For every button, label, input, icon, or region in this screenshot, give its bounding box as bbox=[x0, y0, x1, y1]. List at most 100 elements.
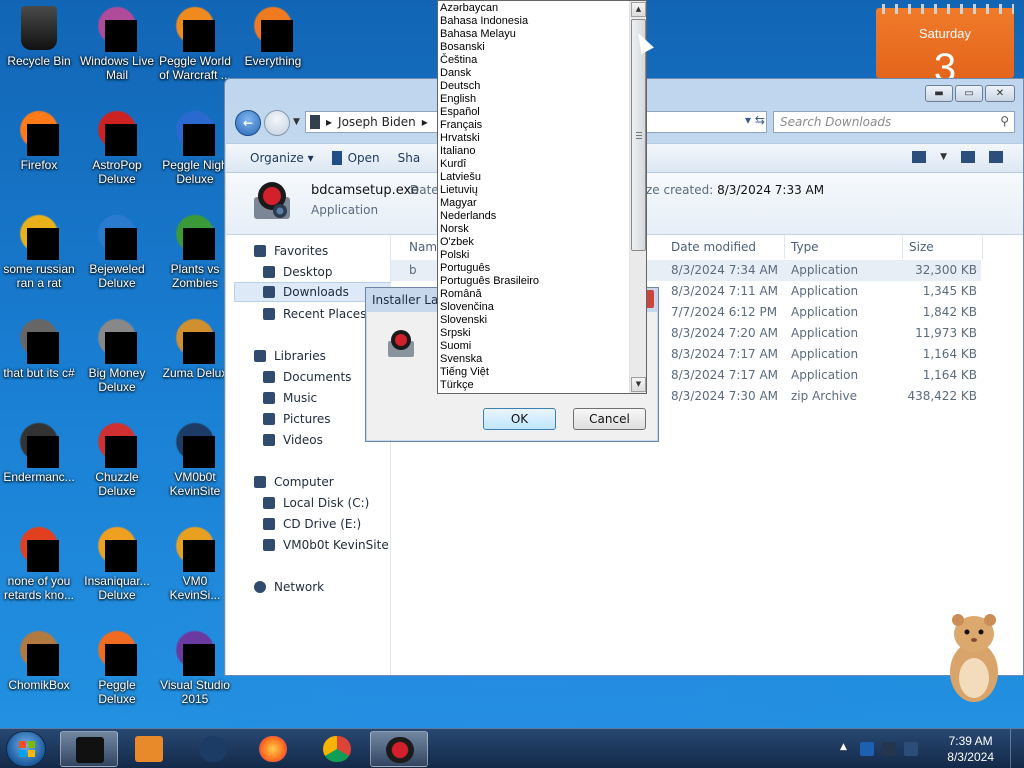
start-button[interactable] bbox=[6, 731, 46, 767]
language-option[interactable]: Deutsch bbox=[438, 80, 630, 93]
search-input[interactable]: Search Downloads ⚲ bbox=[773, 111, 1015, 133]
desktop-shortcut[interactable]: Everything bbox=[234, 6, 312, 68]
desktop-shortcut[interactable]: Chuzzle Deluxe bbox=[78, 422, 156, 498]
desktop-shortcut[interactable]: Windows Live Mail bbox=[78, 6, 156, 82]
forward-button[interactable] bbox=[264, 110, 290, 136]
column-date-modified[interactable]: Date modified bbox=[665, 235, 785, 259]
show-hidden-icons-button[interactable]: ▲ bbox=[840, 742, 847, 752]
share-button[interactable]: Sha bbox=[398, 151, 421, 165]
language-option[interactable]: Română bbox=[438, 288, 630, 301]
language-option[interactable]: Tiếng Việt bbox=[438, 366, 630, 379]
language-option[interactable]: Bahasa Indonesia bbox=[438, 15, 630, 28]
taskbar-app-globe[interactable] bbox=[184, 731, 242, 767]
network-tray-icon[interactable] bbox=[882, 742, 896, 756]
language-option[interactable]: Čeština bbox=[438, 54, 630, 67]
nav-vm-share[interactable]: VM0b0t KevinSite bbox=[263, 535, 389, 555]
desktop-shortcut[interactable]: Firefox bbox=[0, 110, 78, 172]
dropdown-scrollbar[interactable]: ▲ ▼ bbox=[629, 1, 646, 393]
close-button[interactable]: ✕ bbox=[985, 85, 1015, 102]
nav-favorites[interactable]: Favorites bbox=[254, 241, 328, 261]
breadcrumb-arrow-icon[interactable]: ▸ bbox=[326, 115, 332, 129]
scroll-down-icon[interactable]: ▼ bbox=[631, 377, 646, 392]
language-option[interactable]: Norsk bbox=[438, 223, 630, 236]
language-option[interactable]: Nederlands bbox=[438, 210, 630, 223]
language-option[interactable]: Kurdî bbox=[438, 158, 630, 171]
chevron-down-icon[interactable]: ▼ bbox=[940, 152, 947, 162]
nav-computer[interactable]: Computer bbox=[254, 472, 334, 492]
language-option[interactable]: Slovenčina bbox=[438, 301, 630, 314]
nav-local-disk[interactable]: Local Disk (C:) bbox=[263, 493, 369, 513]
desktop-shortcut[interactable]: Insaniquar... Deluxe bbox=[78, 526, 156, 602]
language-option[interactable]: Italiano bbox=[438, 145, 630, 158]
preview-pane-icon[interactable] bbox=[961, 151, 975, 163]
desktop-shortcut[interactable]: Peggle Nigh Deluxe bbox=[156, 110, 234, 186]
language-option[interactable]: Español bbox=[438, 106, 630, 119]
language-option[interactable]: Dansk bbox=[438, 67, 630, 80]
language-option[interactable]: English bbox=[438, 93, 630, 106]
taskbar-media-player[interactable] bbox=[120, 731, 178, 767]
open-button[interactable]: Open bbox=[331, 151, 380, 166]
desktop-shortcut[interactable]: Visual Studio 2015 bbox=[156, 630, 234, 706]
language-option[interactable]: Slovenski bbox=[438, 314, 630, 327]
nav-pictures[interactable]: Pictures bbox=[263, 409, 331, 429]
desktop-shortcut[interactable]: Plants vs Zombies bbox=[156, 214, 234, 290]
language-option[interactable]: Português bbox=[438, 262, 630, 275]
show-desktop-button[interactable] bbox=[1010, 729, 1024, 768]
back-button[interactable]: ← bbox=[235, 110, 261, 136]
cancel-button[interactable]: Cancel bbox=[573, 408, 646, 430]
desktop-shortcut[interactable]: Endermanc... bbox=[0, 422, 78, 484]
desktop-shortcut[interactable]: Recycle Bin bbox=[0, 6, 78, 68]
desktop-shortcut[interactable]: Zuma Delux bbox=[156, 318, 234, 380]
refresh-icon[interactable]: ▾ ⇆ bbox=[745, 113, 765, 127]
taskbar-explorer[interactable] bbox=[60, 731, 118, 767]
clock[interactable]: 7:39 AM 8/3/2024 bbox=[947, 733, 994, 765]
desktop-shortcut[interactable]: VM0b0t KevinSite bbox=[156, 422, 234, 498]
desktop-shortcut[interactable]: AstroPop Deluxe bbox=[78, 110, 156, 186]
language-option[interactable]: O'zbek bbox=[438, 236, 630, 249]
nav-cd-drive[interactable]: CD Drive (E:) bbox=[263, 514, 361, 534]
column-size[interactable]: Size bbox=[903, 235, 983, 259]
ok-button[interactable]: OK bbox=[483, 408, 556, 430]
scroll-thumb[interactable] bbox=[631, 19, 646, 251]
language-option[interactable]: Lietuvių bbox=[438, 184, 630, 197]
nav-desktop[interactable]: Desktop bbox=[263, 262, 333, 282]
column-type[interactable]: Type bbox=[785, 235, 903, 259]
language-option[interactable]: Srpski bbox=[438, 327, 630, 340]
language-option[interactable]: Suomi bbox=[438, 340, 630, 353]
volume-icon[interactable] bbox=[904, 742, 918, 756]
language-option[interactable]: Hrvatski bbox=[438, 132, 630, 145]
language-option[interactable]: Bosanski bbox=[438, 41, 630, 54]
nav-music[interactable]: Music bbox=[263, 388, 317, 408]
breadcrumb-arrow-icon[interactable]: ▸ bbox=[422, 115, 428, 129]
organize-button[interactable]: Organize ▾ bbox=[250, 151, 314, 165]
language-option[interactable]: Svenska bbox=[438, 353, 630, 366]
calendar-gadget[interactable]: Saturday 3 bbox=[876, 4, 1014, 88]
recent-pages-dropdown[interactable]: ▼ bbox=[293, 117, 300, 127]
scroll-up-icon[interactable]: ▲ bbox=[631, 2, 646, 17]
help-icon[interactable] bbox=[989, 151, 1003, 163]
language-option[interactable]: Français bbox=[438, 119, 630, 132]
language-dropdown-list[interactable]: Azərbaycan Bahasa Indonesia Bahasa Melayu B… bbox=[437, 0, 647, 394]
taskbar-bandicam-installer[interactable] bbox=[370, 731, 428, 767]
nav-recent-places[interactable]: Recent Places bbox=[263, 304, 366, 324]
desktop-shortcut[interactable]: ChomikBox bbox=[0, 630, 78, 692]
language-option[interactable]: Azərbaycan bbox=[438, 2, 630, 15]
nav-libraries[interactable]: Libraries bbox=[254, 346, 326, 366]
nav-network[interactable]: Network bbox=[254, 577, 324, 597]
nav-videos[interactable]: Videos bbox=[263, 430, 323, 450]
change-view-icon[interactable] bbox=[912, 151, 927, 163]
desktop-shortcut[interactable]: some russian ran a rat bbox=[0, 214, 78, 290]
desktop-shortcut[interactable]: none of you retards kno... bbox=[0, 526, 78, 602]
breadcrumb-user[interactable]: Joseph Biden bbox=[338, 115, 416, 129]
nav-documents[interactable]: Documents bbox=[263, 367, 351, 387]
language-option[interactable]: Latviešu bbox=[438, 171, 630, 184]
language-option[interactable]: Bahasa Melayu bbox=[438, 28, 630, 41]
language-option[interactable]: Português Brasileiro bbox=[438, 275, 630, 288]
language-option[interactable]: Polski bbox=[438, 249, 630, 262]
taskbar-firefox[interactable] bbox=[244, 731, 302, 767]
desktop-shortcut[interactable]: that but its c# bbox=[0, 318, 78, 380]
desktop-shortcut[interactable]: Peggle Deluxe bbox=[78, 630, 156, 706]
desktop-shortcut[interactable]: Bejeweled Deluxe bbox=[78, 214, 156, 290]
tray-app-icon[interactable] bbox=[860, 742, 874, 756]
search-icon[interactable]: ⚲ bbox=[1000, 114, 1009, 128]
